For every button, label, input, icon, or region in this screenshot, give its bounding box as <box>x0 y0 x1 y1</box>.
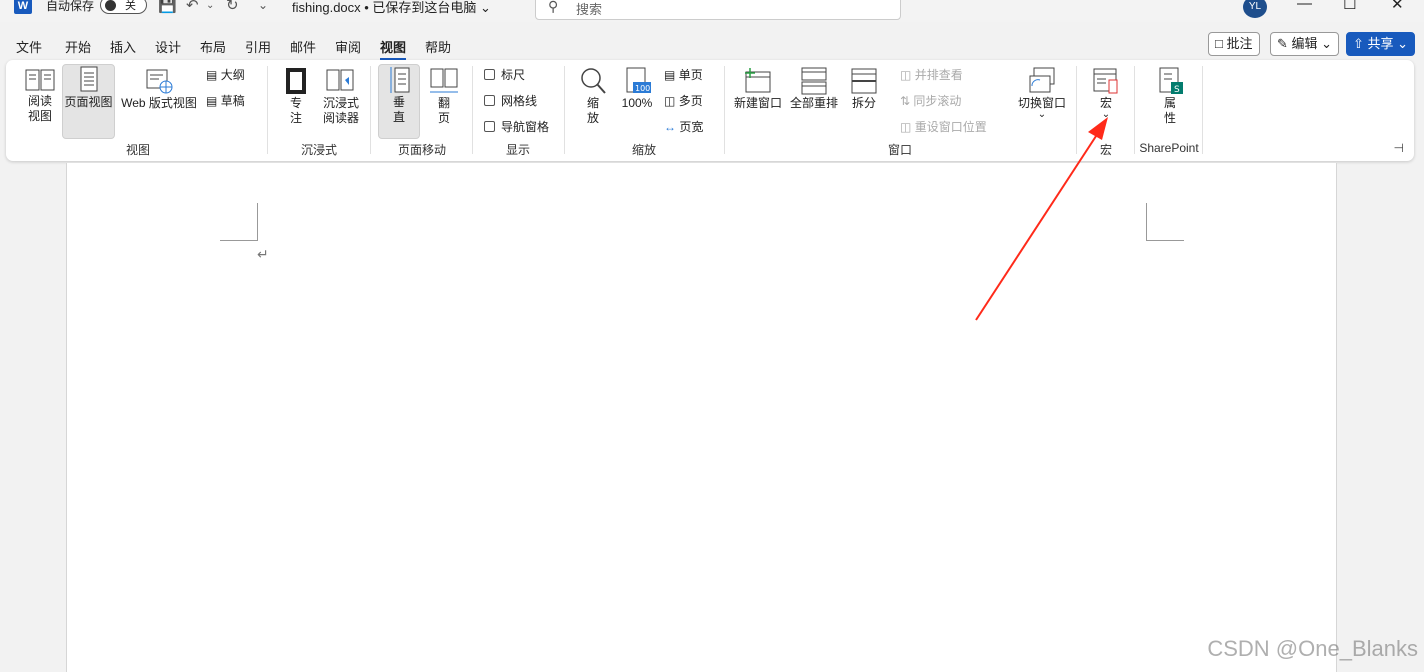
annotation-arrow-icon <box>975 117 1108 321</box>
watermark: CSDN @One_Blanks <box>1207 636 1418 661</box>
